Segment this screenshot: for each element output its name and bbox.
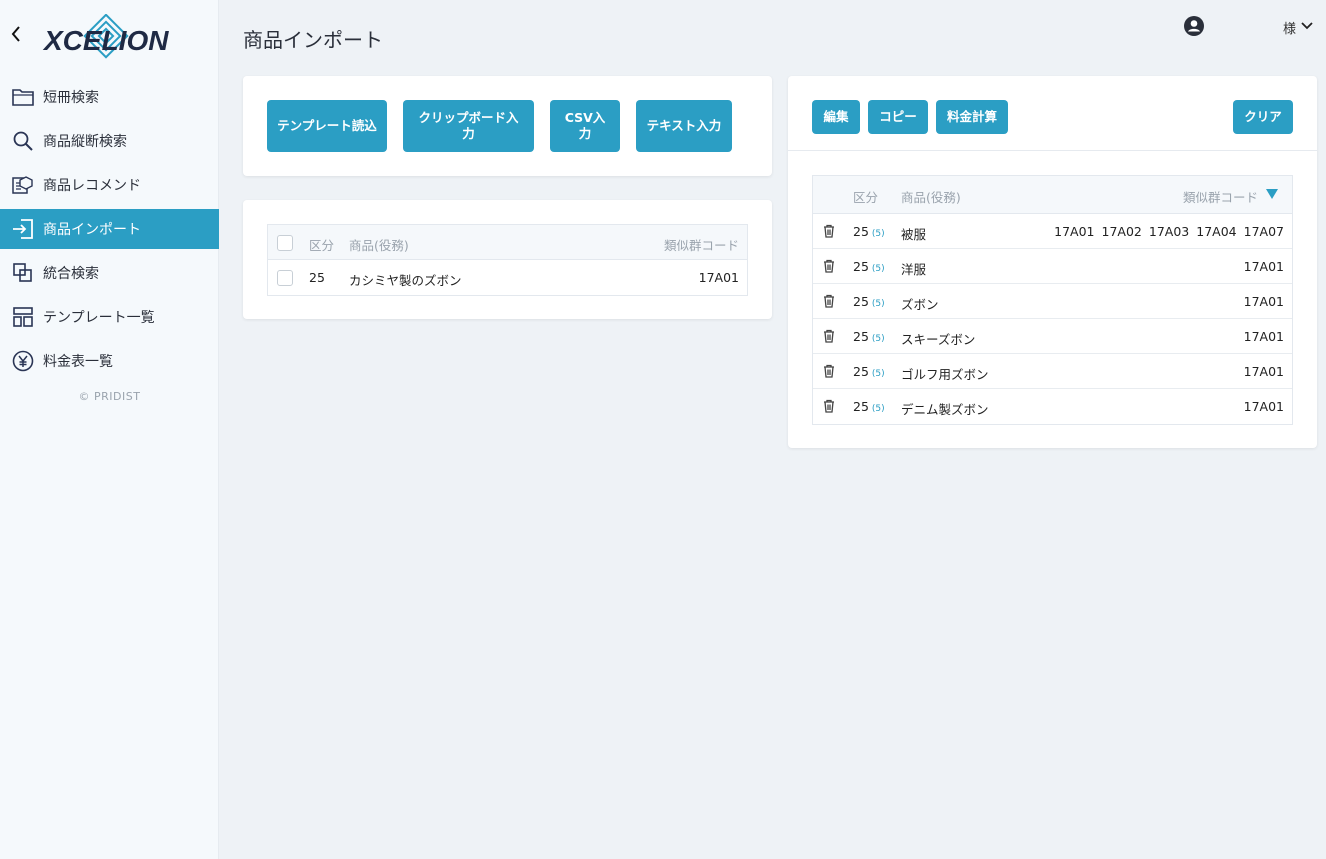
trash-icon[interactable] [822,329,836,343]
sidebar-item-label: 統合検索 [43,266,99,282]
clear-button[interactable]: クリア [1233,100,1293,134]
sidebar-item-product-search[interactable]: 商品縦断検索 [0,119,219,163]
cell-product: 被服 [901,227,927,242]
clipboard-input-button[interactable]: クリップボード入力 [403,100,534,152]
sort-desc-icon[interactable] [1266,189,1278,199]
cell-codes: 17A01 [1243,259,1284,274]
import-actions-card: テンプレート読込 クリップボード入力 CSV入力 テキスト入力 [243,76,772,176]
trash-icon[interactable] [822,224,836,238]
search-icon [11,129,35,153]
cell-product: スキーズボン [901,332,976,347]
cell-product: 洋服 [901,262,927,277]
cell-count: (5) [871,264,885,274]
sidebar-item-label: 商品縦断検索 [43,134,127,150]
sidebar-item-label: 商品インポート [43,222,141,238]
cell-codes: 17A01 [1243,294,1284,309]
sidebar-item-templates[interactable]: テンプレート一覧 [0,295,219,339]
merge-icon [11,261,35,285]
cell-count: (5) [871,404,885,414]
table-header: 区分 商品(役務) 類似群コード [268,225,747,260]
page-title: 商品インポート [243,28,383,52]
cell-class: 25 (5) [853,259,885,274]
sidebar: XCELION 短冊検索 商品縦断検索 商品レコメンド 商品インポート 統合検索… [0,0,219,859]
column-header-code: 類似群コード [663,238,739,253]
cell-codes: 17A01 17A02 17A03 17A04 17A07 [1054,224,1284,239]
sidebar-item-tanzaku-search[interactable]: 短冊検索 [0,75,219,119]
sidebar-item-label: テンプレート一覧 [43,310,155,326]
cell-product: ズボン [901,297,939,312]
xcelion-logo[interactable]: XCELION [42,14,172,62]
cell-class: 25 (5) [853,364,885,379]
divider [788,150,1317,151]
back-button[interactable] [8,22,24,46]
template-load-button[interactable]: テンプレート読込 [267,100,387,152]
folder-icon [11,85,35,109]
trash-icon[interactable] [822,399,836,413]
table-row[interactable]: 25 (5) 被服 17A01 17A02 17A03 17A04 17A07 [813,214,1292,249]
table-row[interactable]: 25 カシミヤ製のズボン 17A01 [268,260,747,295]
selected-products-card: 編集 コピー 料金計算 クリア 区分 商品(役務) 類似群コード 25 (5) 被… [788,76,1317,448]
cell-product: ゴルフ用ズボン [901,367,989,382]
column-header-code[interactable]: 類似群コード [1183,187,1258,206]
cell-code: 17A01 [698,270,739,285]
column-header-class: 区分 [853,190,879,205]
table-row[interactable]: 25 (5) スキーズボン 17A01 [813,319,1292,354]
table-row[interactable]: 25 (5) 洋服 17A01 [813,249,1292,284]
trash-icon[interactable] [822,294,836,308]
cell-count: (5) [871,369,885,379]
row-checkbox[interactable] [277,270,293,286]
cell-count: (5) [871,334,885,344]
recommend-icon [11,173,35,197]
table-header: 区分 商品(役務) 類似群コード [813,176,1292,214]
cell-class: 25 (5) [853,224,885,239]
user-name[interactable]: 様 [1283,18,1296,37]
chevron-down-icon[interactable] [1300,19,1314,33]
column-header-product: 商品(役務) [901,190,961,205]
sidebar-item-merge-search[interactable]: 統合検索 [0,251,219,295]
table-row[interactable]: 25 (5) デニム製ズボン 17A01 [813,389,1292,424]
cell-codes: 17A01 [1243,329,1284,344]
import-table: 区分 商品(役務) 類似群コード 25 カシミヤ製のズボン 17A01 [267,224,748,296]
import-list-card: 区分 商品(役務) 類似群コード 25 カシミヤ製のズボン 17A01 [243,200,772,319]
copyright: © PRIDIST [78,390,141,403]
cell-product: カシミヤ製のズボン [349,273,462,288]
cell-codes: 17A01 [1243,399,1284,414]
cell-count: (5) [871,229,885,239]
selected-products-table: 区分 商品(役務) 類似群コード 25 (5) 被服 17A01 17A02 17A0… [812,175,1293,425]
table-row[interactable]: 25 (5) ズボン 17A01 [813,284,1292,319]
text-input-button[interactable]: テキスト入力 [636,100,732,152]
yen-icon [11,349,35,373]
sidebar-header: XCELION [0,0,219,75]
csv-input-button[interactable]: CSV入力 [550,100,620,152]
cell-class: 25 (5) [853,329,885,344]
cell-product: デニム製ズボン [901,402,989,417]
select-all-checkbox[interactable] [277,235,293,251]
svg-text:XCELION: XCELION [42,25,169,56]
template-icon [11,305,35,329]
user-account-icon[interactable] [1183,15,1205,37]
cell-class: 25 [309,270,325,285]
trash-icon[interactable] [822,259,836,273]
sidebar-nav: 短冊検索 商品縦断検索 商品レコメンド 商品インポート 統合検索 テンプレート一… [0,75,219,383]
column-header-class: 区分 [309,238,335,253]
edit-button[interactable]: 編集 [812,100,860,134]
cell-class: 25 (5) [853,399,885,414]
sidebar-item-price-list[interactable]: 料金表一覧 [0,339,219,383]
chevron-left-icon [11,26,20,42]
copy-button[interactable]: コピー [868,100,928,134]
cell-count: (5) [871,299,885,309]
sidebar-item-recommend[interactable]: 商品レコメンド [0,163,219,207]
cell-codes: 17A01 [1243,364,1284,379]
import-icon [11,217,35,241]
sidebar-item-import[interactable]: 商品インポート [0,209,219,249]
sidebar-item-label: 料金表一覧 [43,354,113,370]
trash-icon[interactable] [822,364,836,378]
column-header-product: 商品(役務) [349,238,409,253]
sidebar-item-label: 短冊検索 [43,90,99,106]
sidebar-item-label: 商品レコメンド [43,178,141,194]
fee-calc-button[interactable]: 料金計算 [936,100,1008,134]
table-row[interactable]: 25 (5) ゴルフ用ズボン 17A01 [813,354,1292,389]
cell-class: 25 (5) [853,294,885,309]
